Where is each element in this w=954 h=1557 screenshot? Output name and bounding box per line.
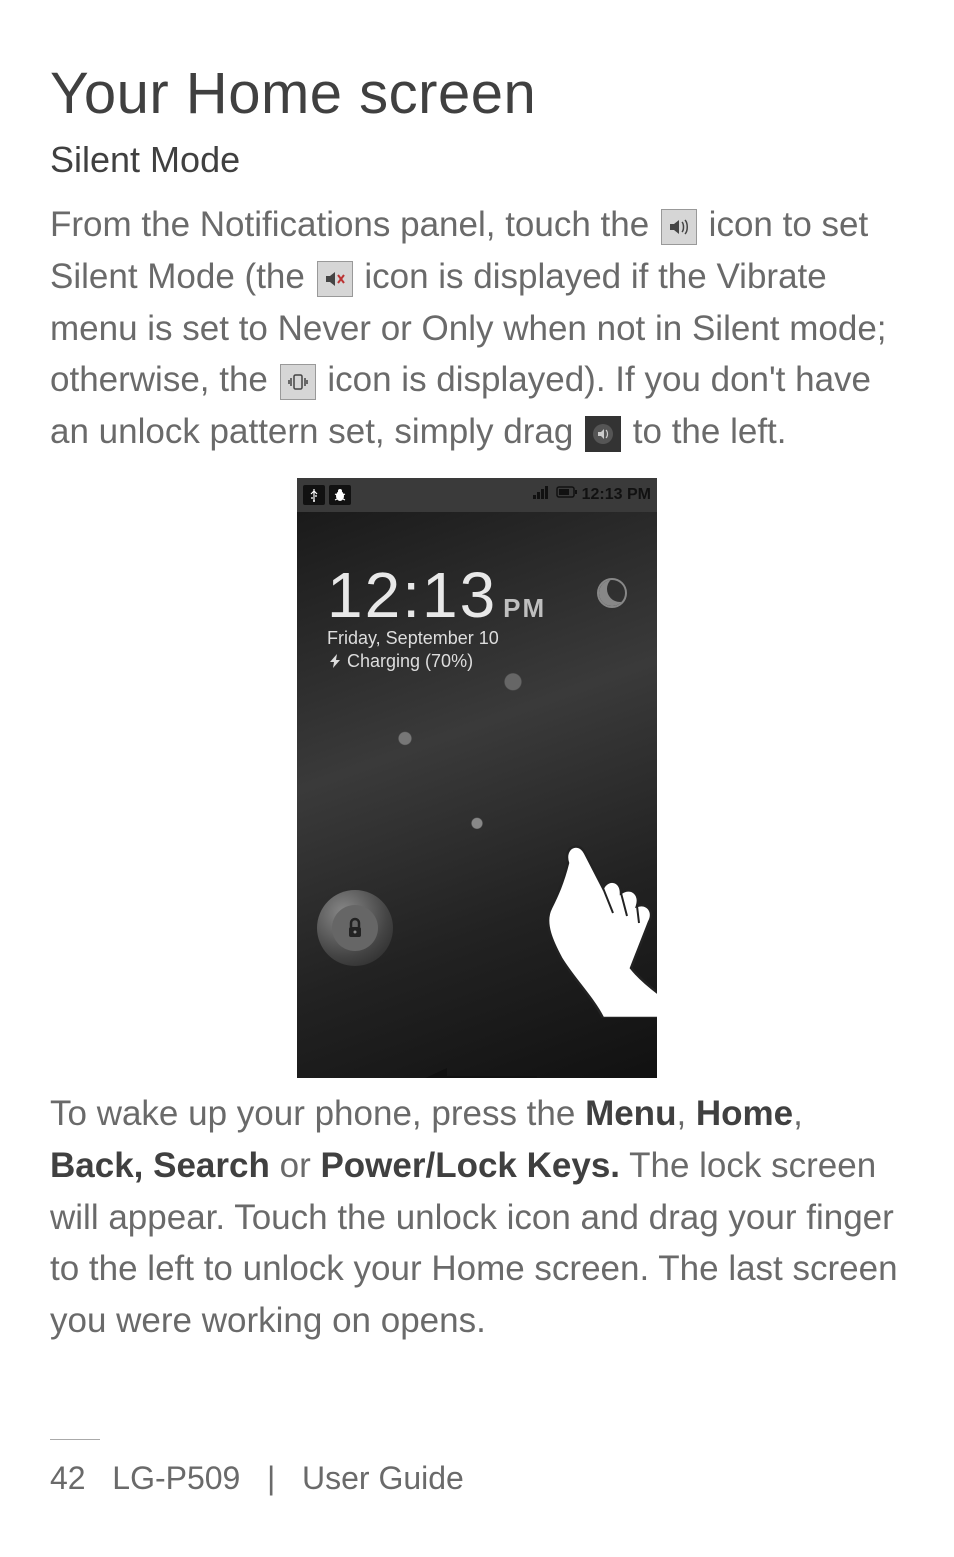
body-paragraph-1: From the Notifications panel, touch the … [50,199,904,458]
lock-icon [342,915,368,941]
sound-muted-icon [317,261,353,297]
text-span: From the Notifications panel, touch the [50,205,659,244]
bold-back-search: Back, Search [50,1146,270,1185]
debug-icon [329,485,351,505]
model-number: LG-P509 [112,1460,240,1496]
unlock-button[interactable] [317,890,393,966]
moon-icon [597,578,627,608]
lockscreen-figure: 12:13 PM 12:13 PM Friday, September 10 C… [50,478,904,1078]
charging-icon [327,653,343,669]
bold-power: Power/Lock Keys. [320,1146,620,1185]
usb-icon [303,485,325,505]
clock-pm-text: PM [503,593,546,624]
clock-date-text: Friday, September 10 [327,628,546,649]
clock-charge-text: Charging (70%) [347,651,473,672]
text-span: To wake up your phone, press the [50,1094,585,1133]
text-span: , [793,1094,803,1133]
text-span: , [676,1094,695,1133]
phone-screenshot: 12:13 PM 12:13 PM Friday, September 10 C… [297,478,657,1078]
drag-sound-icon [585,416,621,452]
bold-menu: Menu [585,1094,676,1133]
clock-time-text: 12:13 [327,558,497,632]
text-span: or [270,1146,321,1185]
text-span: to the left. [633,412,787,451]
gesture-hand-icon [513,828,657,1018]
section-heading: Silent Mode [50,139,904,181]
sound-on-icon [661,209,697,245]
status-time: 12:13 PM [582,486,651,504]
page-number: 42 [50,1460,86,1496]
guide-label: User Guide [302,1460,464,1496]
footer-divider [50,1439,100,1440]
drag-left-arrow-icon [417,1066,537,1078]
bold-home: Home [696,1094,793,1133]
battery-icon [556,485,578,504]
status-bar: 12:13 PM [297,478,657,512]
page-footer: 42 LG-P509 | User Guide [50,1439,904,1497]
body-paragraph-2: To wake up your phone, press the Menu, H… [50,1088,904,1347]
lockscreen-clock: 12:13 PM Friday, September 10 Charging (… [327,558,546,672]
footer-divider-text: | [267,1460,275,1496]
signal-icon [532,484,552,505]
vibrate-icon [280,364,316,400]
page-title: Your Home screen [50,60,904,127]
